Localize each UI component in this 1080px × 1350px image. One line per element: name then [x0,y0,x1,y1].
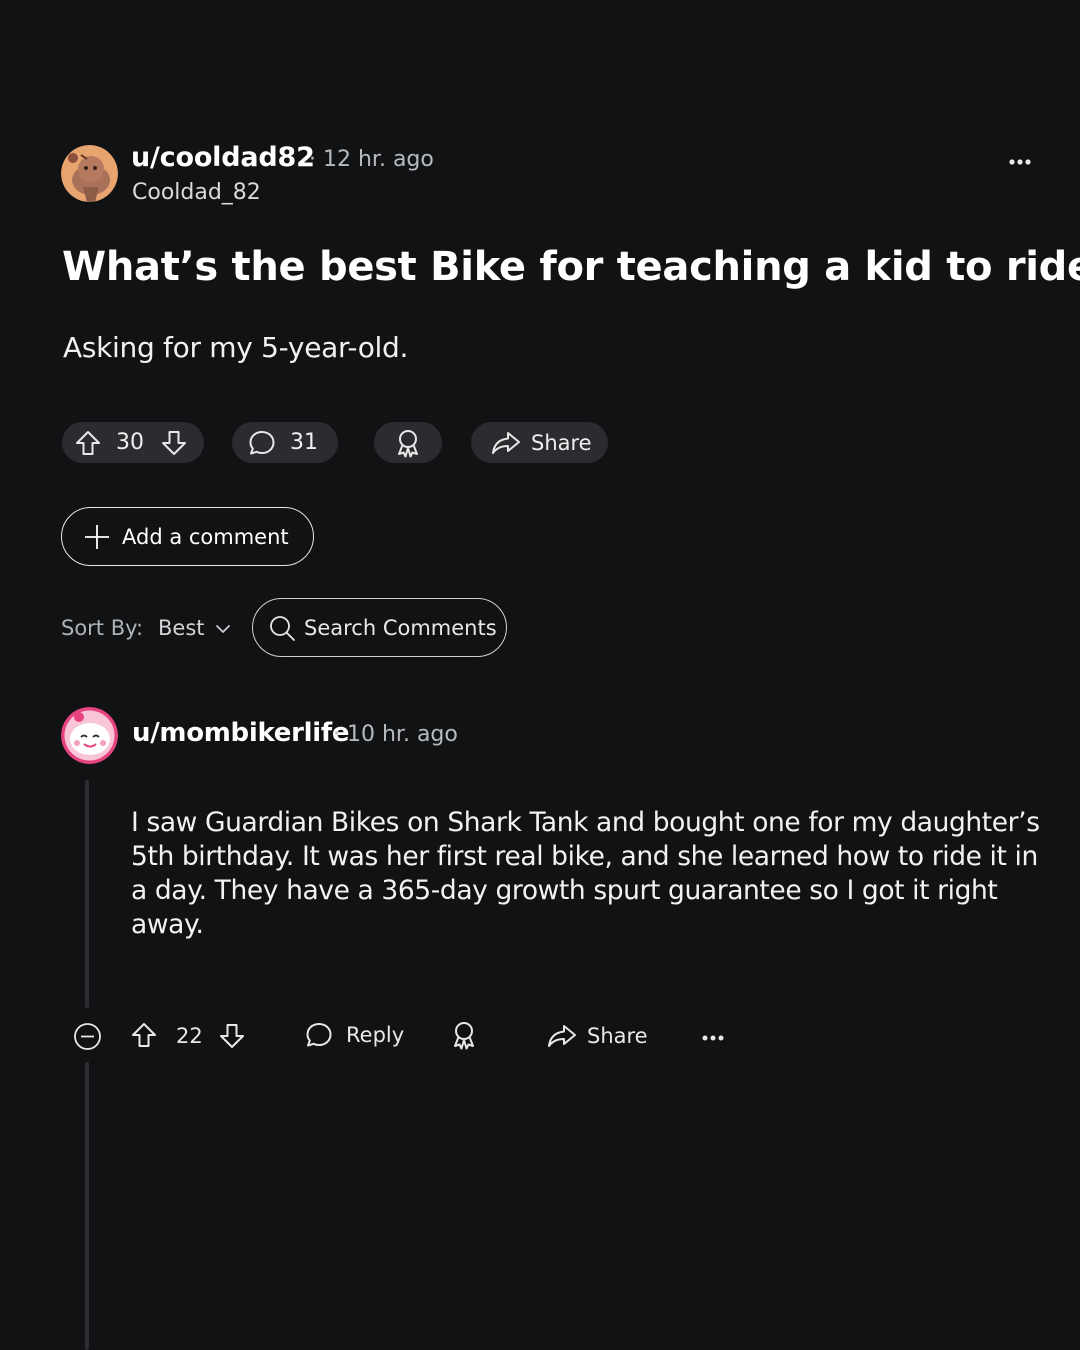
post-vote-bar: 30 [62,422,204,463]
award-icon [398,429,418,457]
search-comments-input[interactable] [304,615,504,640]
share-icon [548,1025,576,1047]
comment-author-username[interactable]: u/mombikerlife [132,718,350,748]
comment-more-button[interactable] [700,1026,726,1050]
downvote-button[interactable] [160,429,188,457]
post-comments-button[interactable]: 31 [232,422,338,463]
post-more-button[interactable] [1005,150,1035,174]
meta-separator: · [309,147,316,172]
comment-time-ago: 10 hr. ago [347,722,458,747]
thread-line[interactable] [85,1062,89,1350]
comment-share-label: Share [587,1024,648,1048]
chevron-down-icon [216,625,230,633]
snoo-avatar-icon [61,145,118,202]
post-comment-count: 31 [290,430,318,455]
sort-dropdown-toggle[interactable] [214,621,232,637]
collapse-icon [74,1023,101,1050]
post-share-button[interactable]: Share [471,422,608,463]
meta-separator: · [333,722,340,747]
add-comment-label: Add a comment [122,524,289,549]
sort-dropdown[interactable]: Best [158,616,205,640]
upvote-button[interactable] [74,429,102,457]
post-share-label: Share [531,430,592,455]
upvote-icon [76,430,100,455]
comment-body-line: I saw Guardian Bikes on Shark Tank and b… [131,807,1040,838]
more-icon [1009,159,1031,165]
downvote-icon [162,430,186,455]
share-icon [492,431,520,454]
plus-icon [85,524,109,549]
add-comment-button[interactable]: Add a comment [61,507,314,566]
comment-body-line: 5th birthday. It was her first real bike… [131,841,1038,872]
comment-body: I saw Guardian Bikes on Shark Tank and b… [131,806,1061,942]
comment-reply-label: Reply [346,1023,405,1047]
comment-downvote-button[interactable] [218,1022,246,1050]
search-icon [270,615,295,641]
downvote-icon [220,1024,244,1048]
sort-label: Sort By: [61,616,144,640]
post-timestamp: · 12 hr. ago [309,147,434,172]
comment-award-button[interactable] [450,1020,478,1050]
thread-line[interactable] [85,780,89,1008]
award-icon [454,1022,474,1050]
comment-vote-count: 22 [176,1024,203,1048]
post-vote-count: 30 [116,430,144,455]
comment-icon [249,430,275,454]
comment-upvote-button[interactable] [130,1021,158,1049]
upvote-icon [132,1023,156,1047]
more-icon [702,1035,724,1041]
comment-reply-button[interactable]: Reply [305,1021,404,1049]
post-award-button[interactable] [374,422,442,463]
comment-author-avatar[interactable] [61,707,118,764]
comment-body-line: a day. They have a 365-day growth spurt … [131,875,998,940]
post-title: What’s the best Bike for teaching a kid … [62,244,1080,290]
comment-timestamp: · 10 hr. ago [333,722,458,747]
post-author-avatar[interactable] [61,145,118,202]
snoo-avatar-icon [61,707,118,764]
comment-icon [306,1023,332,1047]
collapse-thread-button[interactable] [73,1022,102,1051]
search-comments-box [252,598,507,657]
post-author-username[interactable]: u/cooldad82 [131,142,315,173]
post-time-ago: 12 hr. ago [323,147,434,172]
post-author-display-name: Cooldad_82 [132,180,261,205]
post-body: Asking for my 5-year-old. [63,331,409,364]
comment-share-button[interactable]: Share [547,1023,648,1049]
